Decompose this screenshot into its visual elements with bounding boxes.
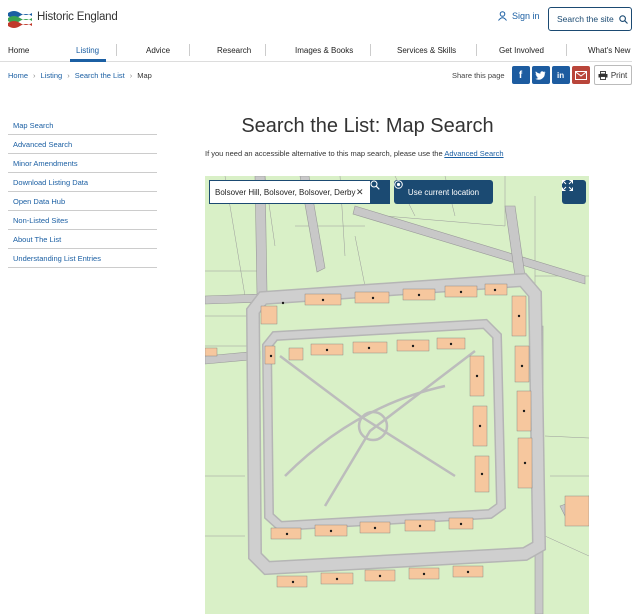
facebook-icon: f [518, 69, 523, 81]
linkedin-icon: in [556, 70, 565, 80]
sidebar-item-advanced-search[interactable]: Advanced Search [8, 135, 157, 154]
linkedin-share-button[interactable]: in [551, 66, 570, 84]
sign-in-label: Sign in [512, 11, 540, 21]
fullscreen-button[interactable] [562, 180, 586, 204]
nav-divider [265, 44, 266, 56]
chevron-right-icon: › [129, 71, 133, 80]
intro-sentence: If you need an accessible alternative to… [205, 149, 443, 158]
email-share-button[interactable] [571, 66, 590, 84]
search-site-label: Search the site [557, 14, 614, 24]
sign-in-link[interactable]: Sign in [498, 11, 540, 21]
use-current-location-button[interactable]: Use current location [394, 180, 493, 204]
map-search-button[interactable] [370, 180, 390, 204]
breadcrumb-search-the-list[interactable]: Search the List [75, 71, 125, 80]
nav-divider [116, 44, 117, 56]
twitter-icon [535, 70, 546, 80]
expand-icon [562, 180, 573, 191]
breadcrumb-current: Map [137, 71, 152, 80]
historic-england-logo[interactable] [8, 9, 32, 29]
share-bar: Share this page f in Print [452, 64, 632, 86]
nav-research[interactable]: Research [217, 46, 251, 55]
envelope-icon [574, 70, 587, 80]
user-icon [498, 11, 507, 21]
nav-home[interactable]: Home [8, 46, 29, 55]
search-icon [370, 180, 380, 190]
page-title: Search the List: Map Search [241, 115, 494, 137]
nav-get-involved[interactable]: Get Involved [499, 46, 544, 55]
site-header: Historic England Sign in Search the site [0, 0, 632, 38]
nav-divider [189, 44, 190, 56]
nav-divider [476, 44, 477, 56]
search-site-button[interactable]: Search the site [548, 7, 632, 31]
nav-divider [370, 44, 371, 56]
brand-name[interactable]: Historic England [37, 11, 118, 23]
printer-icon [598, 70, 608, 80]
map-search-input[interactable] [210, 187, 356, 197]
search-icon [618, 14, 628, 24]
nav-active-indicator [70, 59, 106, 62]
sidebar-item-understanding-list-entries[interactable]: Understanding List Entries [8, 249, 157, 268]
nav-services-skills[interactable]: Services & Skills [397, 46, 456, 55]
location-target-icon [394, 180, 403, 189]
sidebar-item-map-search[interactable]: Map Search [8, 116, 157, 135]
nav-listing[interactable]: Listing [76, 46, 99, 55]
breadcrumb-home[interactable]: Home [8, 71, 28, 80]
intro-text: If you need an accessible alternative to… [205, 149, 504, 158]
nav-images-books[interactable]: Images & Books [295, 46, 353, 55]
use-current-location-label: Use current location [407, 187, 480, 197]
advanced-search-link[interactable]: Advanced Search [444, 149, 503, 158]
share-label: Share this page [452, 70, 505, 80]
nav-advice[interactable]: Advice [146, 46, 170, 55]
sidebar-item-minor-amendments[interactable]: Minor Amendments [8, 154, 157, 173]
facebook-share-button[interactable]: f [511, 66, 530, 84]
print-button[interactable]: Print [593, 65, 632, 85]
twitter-share-button[interactable] [531, 66, 550, 84]
clear-search-icon[interactable]: ✕ [356, 187, 368, 198]
sidebar-item-download-listing-data[interactable]: Download Listing Data [8, 173, 157, 192]
sidebar-item-open-data-hub[interactable]: Open Data Hub [8, 192, 157, 211]
print-label: Print [610, 70, 628, 80]
map-viewer[interactable]: ✕ Use current location [205, 176, 589, 614]
chevron-right-icon: › [33, 71, 36, 80]
map-search-box: ✕ [209, 180, 390, 204]
sidebar-item-non-listed-sites[interactable]: Non-Listed Sites [8, 211, 157, 230]
breadcrumb-listing[interactable]: Listing [41, 71, 63, 80]
sidebar-nav: Map Search Advanced Search Minor Amendme… [8, 116, 157, 268]
breadcrumb: Home › Listing › Search the List › Map [8, 71, 152, 80]
nav-whats-new[interactable]: What's New [588, 46, 630, 55]
nav-divider [566, 44, 567, 56]
map-canvas[interactable] [205, 176, 589, 614]
chevron-right-icon: › [67, 71, 70, 80]
sidebar-item-about-the-list[interactable]: About The List [8, 230, 157, 249]
